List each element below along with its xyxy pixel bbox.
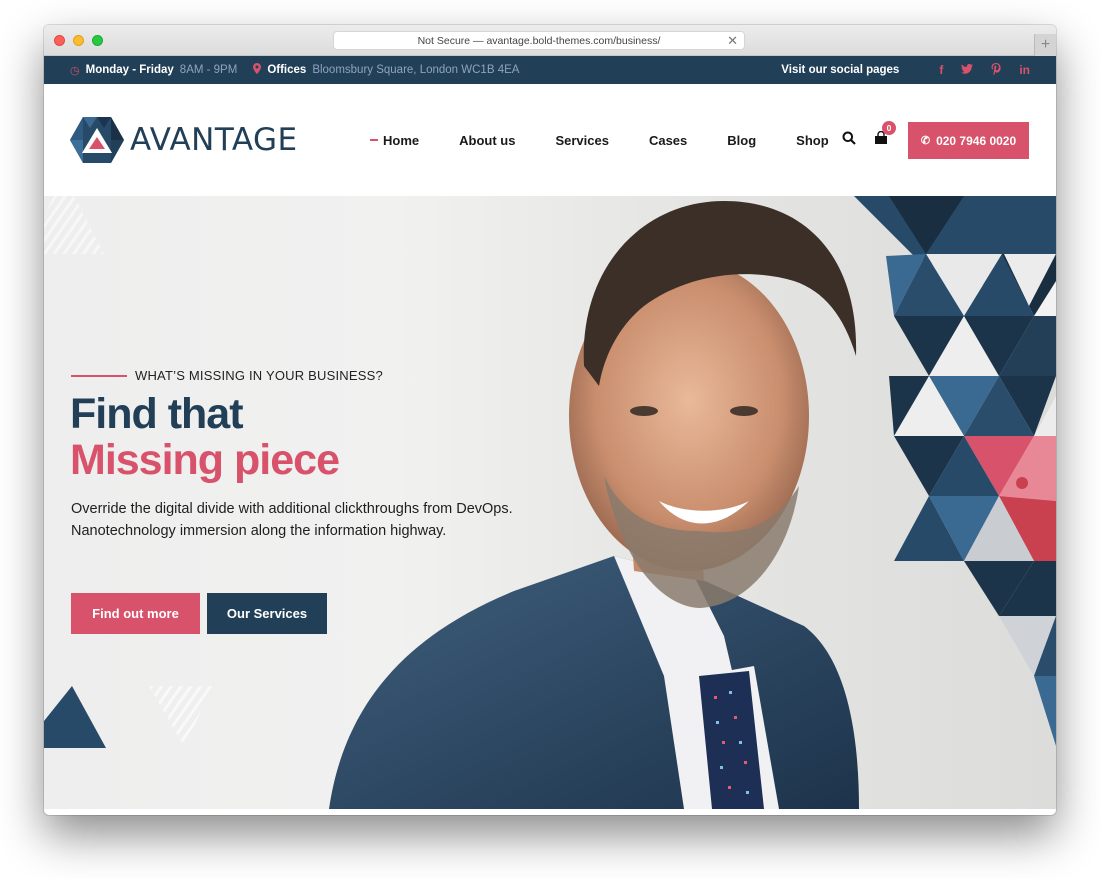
close-window-button[interactable] bbox=[54, 35, 65, 46]
nav-item-cases[interactable]: Cases bbox=[649, 133, 687, 148]
browser-window: Not Secure — avantage.bold-themes.com/bu… bbox=[44, 25, 1056, 815]
social-links: Visit our social pages f in bbox=[781, 62, 1030, 78]
offices-address: Bloomsbury Square, London WC1B 4EA bbox=[312, 64, 520, 76]
browser-chrome: Not Secure — avantage.bold-themes.com/bu… bbox=[44, 25, 1056, 56]
offices-label: Offices bbox=[267, 64, 307, 76]
find-out-more-button[interactable]: Find out more bbox=[71, 593, 200, 634]
address-bar[interactable]: Not Secure — avantage.bold-themes.com/bu… bbox=[333, 31, 745, 50]
nav-item-blog[interactable]: Blog bbox=[727, 133, 756, 148]
main-navigation: Home About us Services Cases Blog Shop bbox=[370, 84, 869, 196]
map-pin-icon bbox=[253, 63, 262, 77]
nav-label: Shop bbox=[796, 132, 829, 148]
nav-item-about-us[interactable]: About us bbox=[459, 133, 515, 148]
top-info-bar: ◷ Monday - Friday 8AM - 9PM Offices Bloo… bbox=[44, 56, 1056, 84]
phone-call-button[interactable]: ✆ 020 7946 0020 bbox=[908, 122, 1029, 159]
twitter-icon[interactable] bbox=[961, 63, 974, 77]
url-text: Not Secure — avantage.bold-themes.com/bu… bbox=[417, 35, 661, 47]
nav-item-shop[interactable]: Shop bbox=[796, 133, 829, 148]
shopping-bag-icon[interactable]: 0 bbox=[874, 121, 896, 145]
striped-triangle-bottom bbox=[149, 686, 214, 746]
active-indicator bbox=[370, 139, 378, 141]
eyebrow-line bbox=[71, 374, 127, 377]
logo-text: AVANTAGE bbox=[130, 122, 298, 158]
striped-triangle-top bbox=[44, 196, 104, 254]
nav-item-home[interactable]: Home bbox=[370, 133, 419, 148]
lead-line-1: Override the digital divide with additio… bbox=[71, 501, 513, 517]
nav-label: Cases bbox=[648, 132, 688, 148]
linkedin-icon[interactable]: in bbox=[1019, 63, 1030, 77]
phone-icon: ✆ bbox=[920, 135, 931, 147]
hours-value: 8AM - 9PM bbox=[179, 64, 238, 76]
phone-number: 020 7946 0020 bbox=[936, 133, 1017, 148]
social-label: Visit our social pages bbox=[781, 64, 900, 76]
nav-label: Home bbox=[383, 132, 420, 148]
zoom-window-button[interactable] bbox=[92, 35, 103, 46]
hero-title-line-1: Find that bbox=[70, 390, 244, 438]
pinterest-icon[interactable] bbox=[991, 62, 1001, 78]
nav-label: Blog bbox=[727, 132, 757, 148]
hero-section: WHAT’S MISSING IN YOUR BUSINESS? Find th… bbox=[44, 196, 1056, 809]
search-icon[interactable] bbox=[842, 131, 856, 145]
minimize-window-button[interactable] bbox=[73, 35, 84, 46]
new-tab-button[interactable]: + bbox=[1034, 34, 1056, 56]
site-header: AVANTAGE Home About us Services Cases Bl… bbox=[44, 84, 1056, 196]
facebook-icon[interactable]: f bbox=[939, 63, 943, 77]
site-logo[interactable]: AVANTAGE bbox=[70, 116, 298, 164]
navy-triangle bbox=[44, 686, 106, 748]
hero-lead-text: Override the digital divide with additio… bbox=[71, 498, 541, 542]
cart-count-badge: 0 bbox=[882, 121, 896, 135]
lead-line-2: Nanotechnology immersion along the infor… bbox=[71, 523, 447, 539]
hero-eyebrow: WHAT’S MISSING IN YOUR BUSINESS? bbox=[71, 368, 383, 383]
hero-title-line-2: Missing piece bbox=[70, 436, 340, 484]
window-controls bbox=[54, 35, 103, 46]
nav-label: About us bbox=[459, 132, 516, 148]
eyebrow-text: WHAT’S MISSING IN YOUR BUSINESS? bbox=[135, 368, 383, 383]
triangle-mosaic bbox=[854, 196, 1056, 746]
stop-icon[interactable]: ✕ bbox=[727, 32, 738, 50]
nav-label: Services bbox=[555, 132, 609, 148]
hours-label: Monday - Friday bbox=[85, 64, 174, 76]
clock-icon: ◷ bbox=[70, 64, 80, 77]
our-services-button[interactable]: Our Services bbox=[207, 593, 327, 634]
nav-item-services[interactable]: Services bbox=[555, 133, 609, 148]
header-icons: 0 bbox=[842, 121, 896, 145]
logo-hexagon-icon bbox=[70, 117, 124, 163]
